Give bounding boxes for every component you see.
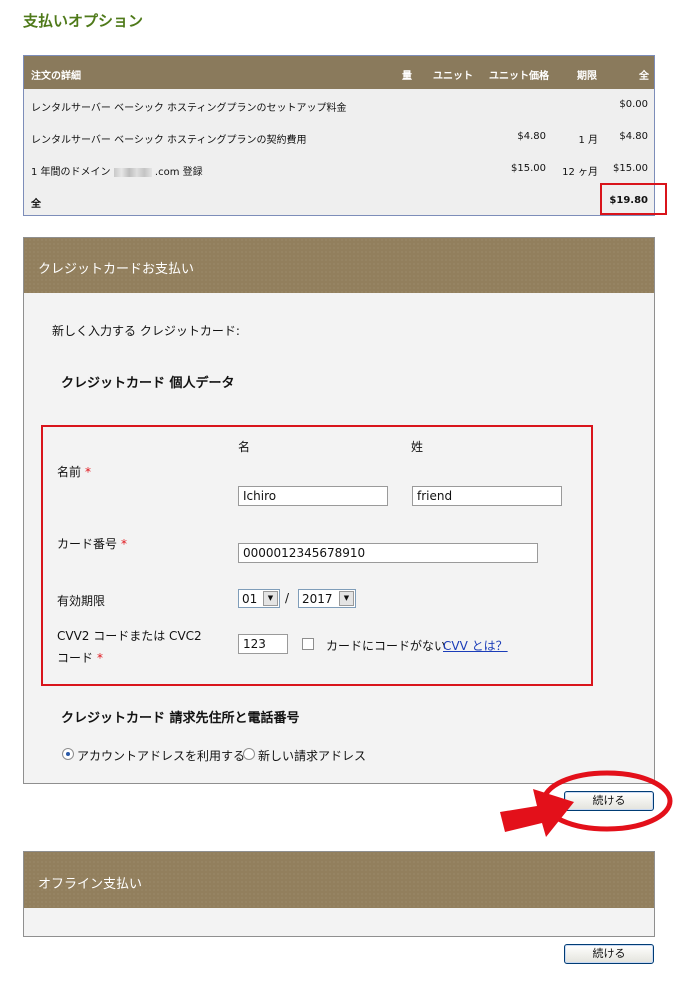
radio-new-billing-address[interactable] xyxy=(243,748,255,760)
radio-new-billing-address-label: 新しい請求アドレス xyxy=(258,749,367,763)
cvv-label-line2: コード * xyxy=(57,649,103,666)
row-total: $15.00 xyxy=(613,163,648,174)
row-unit-price: $15.00 xyxy=(511,163,546,174)
required-mark: * xyxy=(121,537,128,551)
card-number-label: カード番号 * xyxy=(57,535,127,552)
column-header-unit-price: ユニット価格 xyxy=(489,71,549,82)
personal-data-section-title: クレジットカード 個人データ xyxy=(61,376,235,391)
offline-continue-button[interactable]: 続ける xyxy=(564,944,654,964)
continue-button[interactable]: 続ける xyxy=(564,791,654,811)
redacted-domain xyxy=(113,167,152,177)
required-mark: * xyxy=(97,651,104,665)
row-description: 1 年間のドメイン .com 登録 xyxy=(31,163,203,178)
page-title: 支払いオプション xyxy=(23,12,144,30)
offline-payment-panel-header: オフライン支払い xyxy=(24,852,654,908)
last-name-column-label: 姓 xyxy=(411,440,424,454)
card-number-label-text: カード番号 xyxy=(57,537,118,551)
order-details-table: 注文の詳細 量 ユニット ユニット価格 期限 全 レンタルサーバー ベーシック … xyxy=(23,55,655,216)
column-header-total: 全 xyxy=(639,71,649,82)
offline-payment-panel: オフライン支払い xyxy=(23,851,655,937)
cvv-help-link[interactable]: CVV とは？ xyxy=(443,637,508,654)
cvv-label-line2-text: コード xyxy=(57,651,94,665)
name-label-text: 名前 xyxy=(57,465,82,479)
billing-section-title: クレジットカード 請求先住所と電話番号 xyxy=(61,711,300,726)
row-unit-price: $4.80 xyxy=(517,131,546,142)
credit-card-panel: クレジットカードお支払い 新しく入力する クレジットカード: クレジットカード … xyxy=(23,237,655,784)
table-row: レンタルサーバー ベーシック ホスティングプランの契約費用 $4.80 1 月 … xyxy=(24,121,654,153)
row-description-suffix: .com 登録 xyxy=(154,167,203,178)
column-header-quantity: 量 xyxy=(402,71,412,82)
credit-card-panel-header: クレジットカードお支払い xyxy=(24,238,654,293)
chevron-down-icon[interactable]: ▼ xyxy=(263,591,278,606)
card-number-input[interactable] xyxy=(238,543,538,563)
expiry-label: 有効期限 xyxy=(57,594,106,608)
row-description: レンタルサーバー ベーシック ホスティングプランの契約費用 xyxy=(31,135,307,146)
expiry-year-select[interactable]: 2017 ▼ xyxy=(298,589,356,608)
no-code-label: カードにコードがない xyxy=(326,639,447,653)
expiry-year-value: 2017 xyxy=(302,592,333,606)
column-header-unit: ユニット xyxy=(433,71,473,82)
row-period: 1 月 xyxy=(578,135,598,146)
last-name-input[interactable] xyxy=(412,486,562,506)
radio-account-address[interactable] xyxy=(62,748,74,760)
row-description-prefix: 1 年間のドメイン xyxy=(31,167,111,178)
new-card-text: 新しく入力する クレジットカード: xyxy=(52,324,240,338)
column-header-details: 注文の詳細 xyxy=(31,71,81,82)
expiry-separator: / xyxy=(285,591,290,605)
total-row: 全 $19.80 xyxy=(24,185,654,217)
column-header-period: 期限 xyxy=(577,71,597,82)
first-name-column-label: 名 xyxy=(238,440,251,454)
name-label: 名前 * xyxy=(57,463,91,480)
table-row: レンタルサーバー ベーシック ホスティングプランのセットアップ料金 $0.00 xyxy=(24,89,654,121)
row-period: 12 ヶ月 xyxy=(562,167,598,178)
order-table-header: 注文の詳細 量 ユニット ユニット価格 期限 全 xyxy=(24,56,654,89)
arrow-icon xyxy=(500,789,574,837)
expiry-month-value: 01 xyxy=(242,592,258,606)
first-name-input[interactable] xyxy=(238,486,388,506)
no-code-checkbox[interactable] xyxy=(302,638,314,650)
radio-account-address-label: アカウントアドレスを利用する xyxy=(77,749,246,763)
expiry-month-select[interactable]: 01 ▼ xyxy=(238,589,280,608)
cvv-label-line1: CVV2 コードまたは CVC2 xyxy=(57,629,202,643)
table-row: 1 年間のドメイン .com 登録 $15.00 12 ヶ月 $15.00 xyxy=(24,153,654,185)
row-total: $0.00 xyxy=(619,99,648,110)
chevron-down-icon[interactable]: ▼ xyxy=(339,591,354,606)
row-total: $4.80 xyxy=(619,131,648,142)
row-description: レンタルサーバー ベーシック ホスティングプランのセットアップ料金 xyxy=(31,103,347,114)
total-label: 全 xyxy=(31,199,41,210)
cvv-input[interactable] xyxy=(238,634,288,654)
required-mark: * xyxy=(85,465,92,479)
total-highlight-box xyxy=(600,183,667,215)
